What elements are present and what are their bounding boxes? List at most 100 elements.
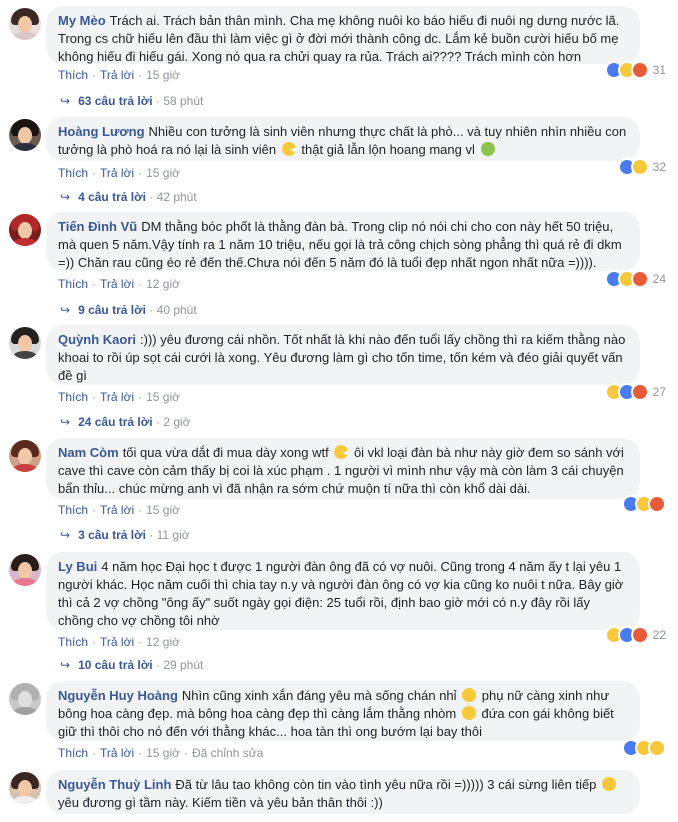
reply-arrow-icon: ↪ [60,94,71,108]
author-name[interactable]: Ly Bui [58,559,97,574]
reply-time: 29 phút [163,658,204,672]
edited-label[interactable]: Đã chỉnh sửa [192,746,263,760]
comment-text-cont: yêu đương gì tầm này. Kiếm tiền và yêu b… [58,795,383,810]
like-button[interactable]: Thích [58,635,88,649]
reaction-count: 22 [652,628,666,642]
comment-actions: Thích · Trả lời · 15 giờ [58,503,180,517]
comment-actions: Thích · Trả lời · 15 giờ [58,68,180,82]
reply-button[interactable]: Trả lời [100,503,134,517]
reaction-count: 24 [652,272,666,286]
author-name[interactable]: Tiến Đình Vũ [58,219,137,234]
comment-bubble: Nguyễn Huy Hoàng Nhìn cũng xinh xắn đáng … [46,681,640,741]
replies-link[interactable]: 24 câu trả lời [78,415,153,429]
replies-link[interactable]: 3 câu trả lời [78,528,146,542]
reply-button[interactable]: Trả lời [100,390,134,404]
avatar[interactable] [9,772,41,804]
view-replies[interactable]: ↪ 10 câu trả lời · 29 phút [60,658,203,672]
comment-text: 4 năm học Đại học t được 1 người đàn ông… [58,559,624,628]
like-button[interactable]: Thích [58,503,88,517]
angry-reaction-icon [630,383,649,401]
like-button[interactable]: Thích [58,277,88,291]
reaction-summary[interactable]: 24 [604,269,666,289]
avatar[interactable] [9,8,41,40]
timestamp[interactable]: 15 giờ [146,503,180,517]
timestamp[interactable]: 15 giờ [146,68,180,82]
comment-actions: Thích · Trả lời · 15 giờ [58,166,180,180]
avatar[interactable] [9,214,41,246]
comment-bubble: My Mèo Trách ai. Trách bản thân mình. Cha… [46,6,640,64]
reply-time: 58 phút [163,94,204,108]
comment-text-cont: thật giả lẫn lộn hoang mang vl [301,142,475,157]
avatar[interactable] [9,119,41,151]
reply-time: 40 phút [156,303,197,317]
timestamp[interactable]: 12 giờ [146,635,180,649]
reaction-count: 31 [652,63,666,77]
comment-text: Trách ai. Trách bản thân mình. Cha mẹ kh… [58,13,620,64]
comment-actions: Thích · Trả lời · 15 giờ · Đã chỉnh sửa [58,746,264,760]
replies-link[interactable]: 4 câu trả lời [78,190,146,204]
like-button[interactable]: Thích [58,746,88,760]
like-button[interactable]: Thích [58,166,88,180]
author-name[interactable]: Nguyễn Huy Hoàng [58,688,178,703]
avatar[interactable] [9,327,41,359]
comment-text: DM thằng bóc phốt là thằng đàn bà. Trong… [58,219,622,270]
replies-link[interactable]: 10 câu trả lời [78,658,153,672]
view-replies[interactable]: ↪ 9 câu trả lời · 40 phút [60,303,197,317]
view-replies[interactable]: ↪ 4 câu trả lời · 42 phút [60,190,197,204]
author-name[interactable]: Quỳnh Kaori [58,332,136,347]
reaction-summary[interactable]: 27 [604,382,666,402]
reaction-summary[interactable]: 31 [604,60,666,80]
reaction-summary[interactable] [622,738,666,758]
haha-reaction-icon [630,158,649,176]
comment-bubble: Ly Bui 4 năm học Đại học t được 1 người đ… [46,552,640,630]
timestamp[interactable]: 12 giờ [146,277,180,291]
view-replies[interactable]: ↪ 63 câu trả lời · 58 phút [60,94,203,108]
comment-text: Nhìn cũng xinh xắn đáng yêu mà sống chán… [181,688,457,703]
view-replies[interactable]: ↪ 24 câu trả lời · 2 giờ [60,415,191,429]
view-replies[interactable]: ↪ 3 câu trả lời · 11 giờ [60,528,190,542]
reaction-summary[interactable] [622,494,666,514]
like-button[interactable]: Thích [58,390,88,404]
pacman-emoji-icon [281,142,296,156]
comment-text: :))) yêu đương cái nhồn. Tốt nhất là khi… [58,332,626,383]
smile-emoji-icon [462,688,477,702]
timestamp[interactable]: 15 giờ [146,166,180,180]
reply-time: 11 giờ [156,528,190,542]
avatar[interactable] [9,440,41,472]
reaction-summary[interactable]: 22 [604,625,666,645]
reaction-count: 32 [652,160,666,174]
like-button[interactable]: Thích [58,68,88,82]
sick-emoji-icon [480,142,495,156]
replies-link[interactable]: 9 câu trả lời [78,303,146,317]
reply-button[interactable]: Trả lời [100,68,134,82]
avatar[interactable] [9,554,41,586]
angry-reaction-icon [630,626,649,644]
avatar[interactable] [9,683,41,715]
reply-button[interactable]: Trả lời [100,746,134,760]
reply-arrow-icon: ↪ [60,658,71,672]
comment-bubble: Quỳnh Kaori:))) yêu đương cái nhồn. Tốt … [46,325,640,385]
reply-time: 42 phút [156,190,197,204]
replies-link[interactable]: 63 câu trả lời [78,94,153,108]
comment-bubble: Tiến Đình Vũ DM thằng bóc phốt là thằng đ… [46,212,640,271]
timestamp[interactable]: 15 giờ [146,390,180,404]
timestamp[interactable]: 15 giờ [146,746,180,760]
reply-button[interactable]: Trả lời [100,166,134,180]
comment-actions: Thích · Trả lời · 12 giờ [58,635,180,649]
reply-arrow-icon: ↪ [60,190,71,204]
reply-button[interactable]: Trả lời [100,277,134,291]
reply-time: 2 giờ [163,415,191,429]
smile-emoji-icon [461,706,476,720]
comment-bubble: Nam Còm tối qua vừa dắt đi mua dày xong w… [46,438,640,499]
laughing-emoji-icon [602,777,617,791]
reaction-summary[interactable]: 32 [617,157,666,177]
author-name[interactable]: Hoàng Lương [58,124,145,139]
reply-arrow-icon: ↪ [60,415,71,429]
author-name[interactable]: Nam Còm [58,445,119,460]
sad-reaction-icon [648,739,666,757]
author-name[interactable]: My Mèo [58,13,106,28]
reply-button[interactable]: Trả lời [100,635,134,649]
angry-reaction-icon [648,495,666,513]
author-name[interactable]: Nguyễn Thuỳ Linh [58,777,171,792]
comment-bubble: Nguyễn Thuỳ Linh Đã từ lâu tao không còn … [46,770,640,814]
